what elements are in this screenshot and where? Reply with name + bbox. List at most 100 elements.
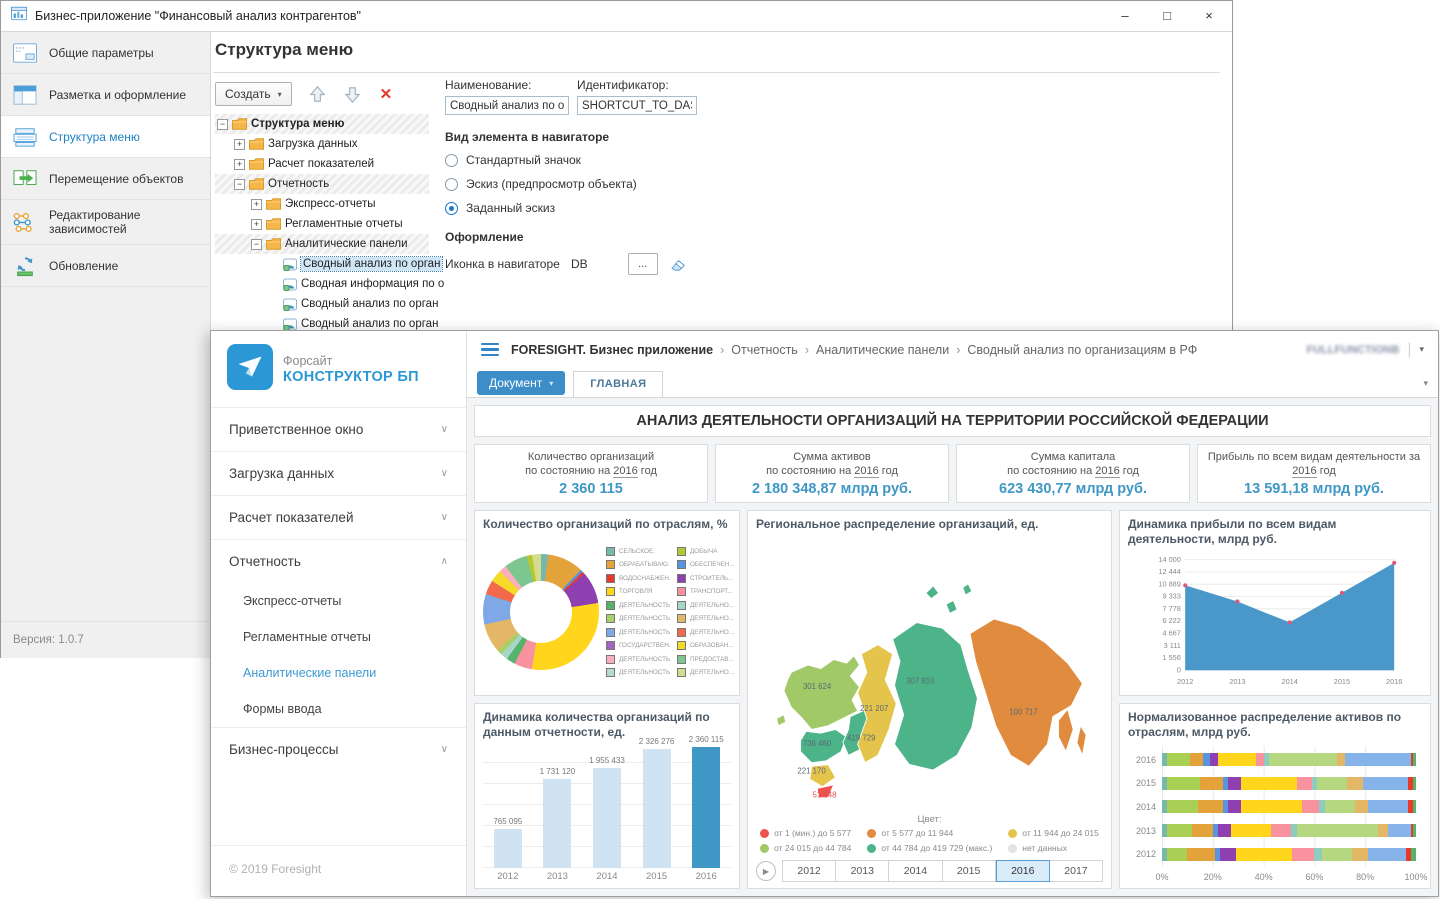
browse-button[interactable]: ...	[628, 253, 658, 275]
radio-icon[interactable]	[445, 178, 458, 191]
tree-expander[interactable]: −	[251, 239, 262, 250]
radio-option-0[interactable]: Стандартный значок	[445, 153, 785, 167]
legend-swatch	[606, 628, 615, 637]
nav-section-2[interactable]: Расчет показателей∨	[211, 496, 466, 539]
move-icon	[11, 168, 39, 190]
donut-legend-right: ДОБЫЧАОБЕСПЕЧЕН...СТРОИТЕЛЬ...ТРАНСПОРТ.…	[677, 547, 735, 678]
timeline-year-2016[interactable]: 2016	[996, 860, 1050, 882]
move-up-button[interactable]	[308, 85, 327, 104]
ribbon-collapse-icon[interactable]: ▾	[1423, 378, 1428, 397]
bar-x-label: 2016	[686, 871, 726, 882]
tree-expander[interactable]: +	[234, 139, 245, 150]
tree-row-7[interactable]: Сводный анализ по орган	[215, 254, 429, 274]
tree-row-6[interactable]: −Аналитические панели	[215, 234, 429, 254]
year-link[interactable]: 2016	[854, 465, 878, 478]
nav-section-1[interactable]: Загрузка данных∨	[211, 452, 466, 495]
sidebar-item-5[interactable]: Обновление	[1, 245, 210, 287]
tree-row-5[interactable]: +Регламентные отчеты	[215, 214, 429, 234]
tree-row-8[interactable]: Сводная информация по о	[215, 274, 429, 294]
create-button[interactable]: Создать▾	[215, 82, 292, 106]
tree-expander[interactable]: +	[234, 159, 245, 170]
tree-expander[interactable]: +	[251, 219, 262, 230]
breadcrumb-item-2[interactable]: Аналитические панели	[816, 343, 949, 357]
legend-swatch	[677, 601, 686, 610]
eraser-icon[interactable]	[670, 257, 689, 272]
tree-expander[interactable]: +	[251, 199, 262, 210]
nav-section-4[interactable]: Бизнес-процессы∨	[211, 728, 466, 771]
tree-row-4[interactable]: +Экспресс-отчеты	[215, 194, 429, 214]
general-icon	[11, 42, 39, 64]
user-menu-caret-icon[interactable]: ▾	[1419, 344, 1424, 355]
stacked-segment	[1167, 824, 1192, 837]
timeline-year-2012[interactable]: 2012	[782, 860, 836, 882]
map-region-6c[interactable]	[946, 600, 957, 613]
timeline-year-2013[interactable]: 2013	[836, 860, 889, 882]
radio-option-2[interactable]: Заданный эскиз	[445, 201, 785, 215]
play-button[interactable]: ▶	[756, 861, 776, 881]
map-region-7b[interactable]	[1058, 709, 1073, 751]
breadcrumb-item-0[interactable]: FORESIGHT. Бизнес приложение	[511, 343, 713, 357]
legend-dot	[1008, 844, 1017, 853]
screen: Бизнес-приложение "Финансовый анализ кон…	[0, 0, 1440, 899]
close-button[interactable]: ×	[1188, 1, 1230, 31]
chevron-down-icon: ∨	[441, 512, 448, 523]
stacked-segment	[1241, 777, 1297, 790]
map-region-6d[interactable]	[963, 584, 972, 595]
minimize-button[interactable]: –	[1104, 1, 1146, 31]
radio-option-1[interactable]: Эскиз (предпросмотр объекта)	[445, 177, 785, 191]
map-region-6b[interactable]	[926, 585, 939, 598]
nav-subitem-3[interactable]: Формы ввода	[211, 691, 466, 727]
nav-subitem-0[interactable]: Экспресс-отчеты	[211, 583, 466, 619]
radio-icon[interactable]	[445, 202, 458, 215]
tree-row-3[interactable]: −Отчетность	[215, 174, 429, 194]
legend-item: ДЕЯТЕЛЬНО...	[677, 601, 735, 610]
sidebar-item-3[interactable]: Перемещение объектов	[1, 158, 210, 200]
sidebar-item-0[interactable]: Общие параметры	[1, 32, 210, 74]
map-legend-item-5: нет данных	[1008, 843, 1099, 853]
document-menu-button[interactable]: Документ▾	[477, 371, 565, 395]
hamburger-icon[interactable]	[481, 340, 499, 360]
name-input[interactable]	[445, 96, 569, 115]
breadcrumb-item-3[interactable]: Сводный анализ по организациям в РФ	[967, 343, 1197, 357]
sidebar-item-2[interactable]: Структура меню	[1, 116, 210, 158]
year-link[interactable]: 2016	[613, 465, 637, 478]
legend-item: ДЕЯТЕЛЬНОСТЬ В	[606, 655, 670, 664]
timeline-year-2014[interactable]: 2014	[889, 860, 942, 882]
nav-section-3[interactable]: Отчетность∧	[211, 540, 466, 583]
stacked-row-2013: 2013	[1162, 824, 1416, 837]
tab-main[interactable]: ГЛАВНАЯ	[573, 371, 663, 397]
tree-expander[interactable]: −	[234, 179, 245, 190]
tree-row-2[interactable]: +Расчет показателей	[215, 154, 429, 174]
maximize-button[interactable]: □	[1146, 1, 1188, 31]
user-name[interactable]: FULLFUNCTIONB	[1306, 344, 1399, 356]
timeline-year-2017[interactable]: 2017	[1050, 860, 1103, 882]
stacked-segment	[1167, 800, 1197, 813]
sidebar-item-1[interactable]: Разметка и оформление	[1, 74, 210, 116]
map-region-7c[interactable]	[1077, 725, 1086, 754]
move-down-button[interactable]	[343, 85, 362, 104]
sidebar-item-4[interactable]: Редактирование зависимостей	[1, 200, 210, 245]
map-region-0[interactable]	[784, 655, 860, 729]
folder-icon	[266, 198, 281, 210]
year-link[interactable]: 2016	[1292, 465, 1316, 478]
tree-row-0[interactable]: −Структура меню	[215, 114, 429, 134]
bar-2015: 2 326 276	[637, 737, 677, 868]
year-link[interactable]: 2016	[1095, 465, 1119, 478]
preview-sidebar: Форсайт КОНСТРУКТОР БП Приветственное ок…	[211, 331, 467, 896]
map-region-0b[interactable]	[777, 714, 786, 725]
legend-label: от 11 944 до 24 015	[1022, 828, 1099, 838]
radio-icon[interactable]	[445, 154, 458, 167]
legend-item: ДЕЯТЕЛЬНО...	[677, 668, 735, 677]
nav-subitem-2[interactable]: Аналитические панели	[211, 655, 466, 691]
identifier-input[interactable]	[577, 96, 697, 115]
kpi-title-line1: Сумма активов	[722, 450, 942, 464]
nav-section-0[interactable]: Приветственное окно∨	[211, 408, 466, 451]
tree-row-9[interactable]: Сводный анализ по орган	[215, 294, 429, 314]
timeline-year-2015[interactable]: 2015	[943, 860, 996, 882]
nav-subitem-1[interactable]: Регламентные отчеты	[211, 619, 466, 655]
delete-button[interactable]: ✕	[380, 85, 393, 103]
map-region-6[interactable]	[893, 622, 978, 769]
breadcrumb-item-1[interactable]: Отчетность	[731, 343, 798, 357]
tree-row-1[interactable]: +Загрузка данных	[215, 134, 429, 154]
tree-expander[interactable]: −	[217, 119, 228, 130]
